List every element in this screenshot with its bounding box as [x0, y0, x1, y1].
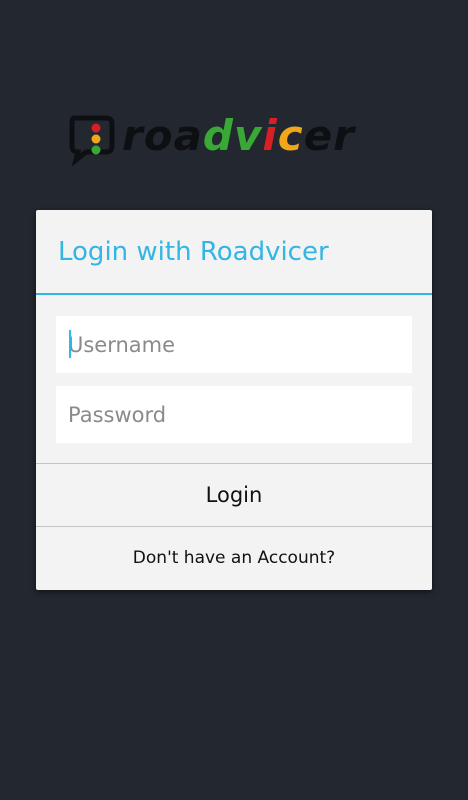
login-button[interactable]: Login: [36, 464, 432, 526]
dialog-title: Login with Roadvicer: [58, 237, 329, 267]
text-cursor: [69, 330, 71, 358]
username-input[interactable]: [56, 316, 412, 373]
svg-text:roadvicer: roadvicer: [122, 111, 356, 160]
roadvicer-logo-icon: roadvicer: [66, 106, 402, 168]
title-divider: [36, 293, 432, 295]
password-input[interactable]: [56, 386, 412, 443]
login-dialog: Login with Roadvicer Login Don't have an…: [36, 210, 432, 590]
signup-link-button[interactable]: Don't have an Account?: [36, 527, 432, 590]
login-screen: roadvicer Login with Roadvicer Login Don…: [0, 0, 468, 800]
